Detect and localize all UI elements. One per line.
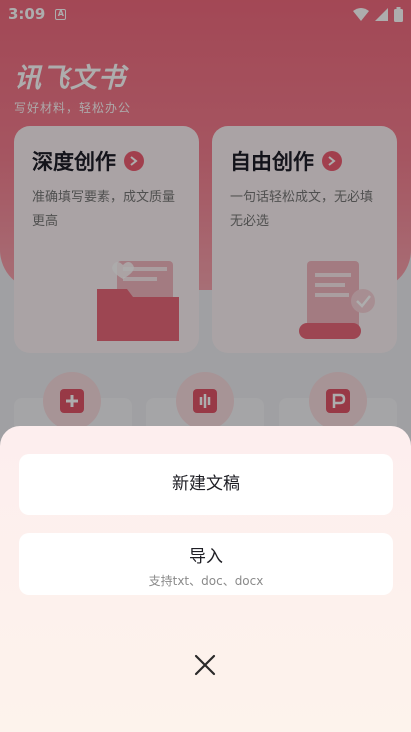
close-icon[interactable] <box>191 651 219 679</box>
import-button[interactable]: 导入 支持txt、doc、docx <box>19 533 393 595</box>
import-label: 导入 <box>189 547 223 567</box>
new-document-button[interactable]: 新建文稿 <box>19 454 393 515</box>
create-options-sheet: 新建文稿 导入 支持txt、doc、docx <box>0 426 411 732</box>
import-format-hint: 支持txt、doc、docx <box>148 574 264 588</box>
